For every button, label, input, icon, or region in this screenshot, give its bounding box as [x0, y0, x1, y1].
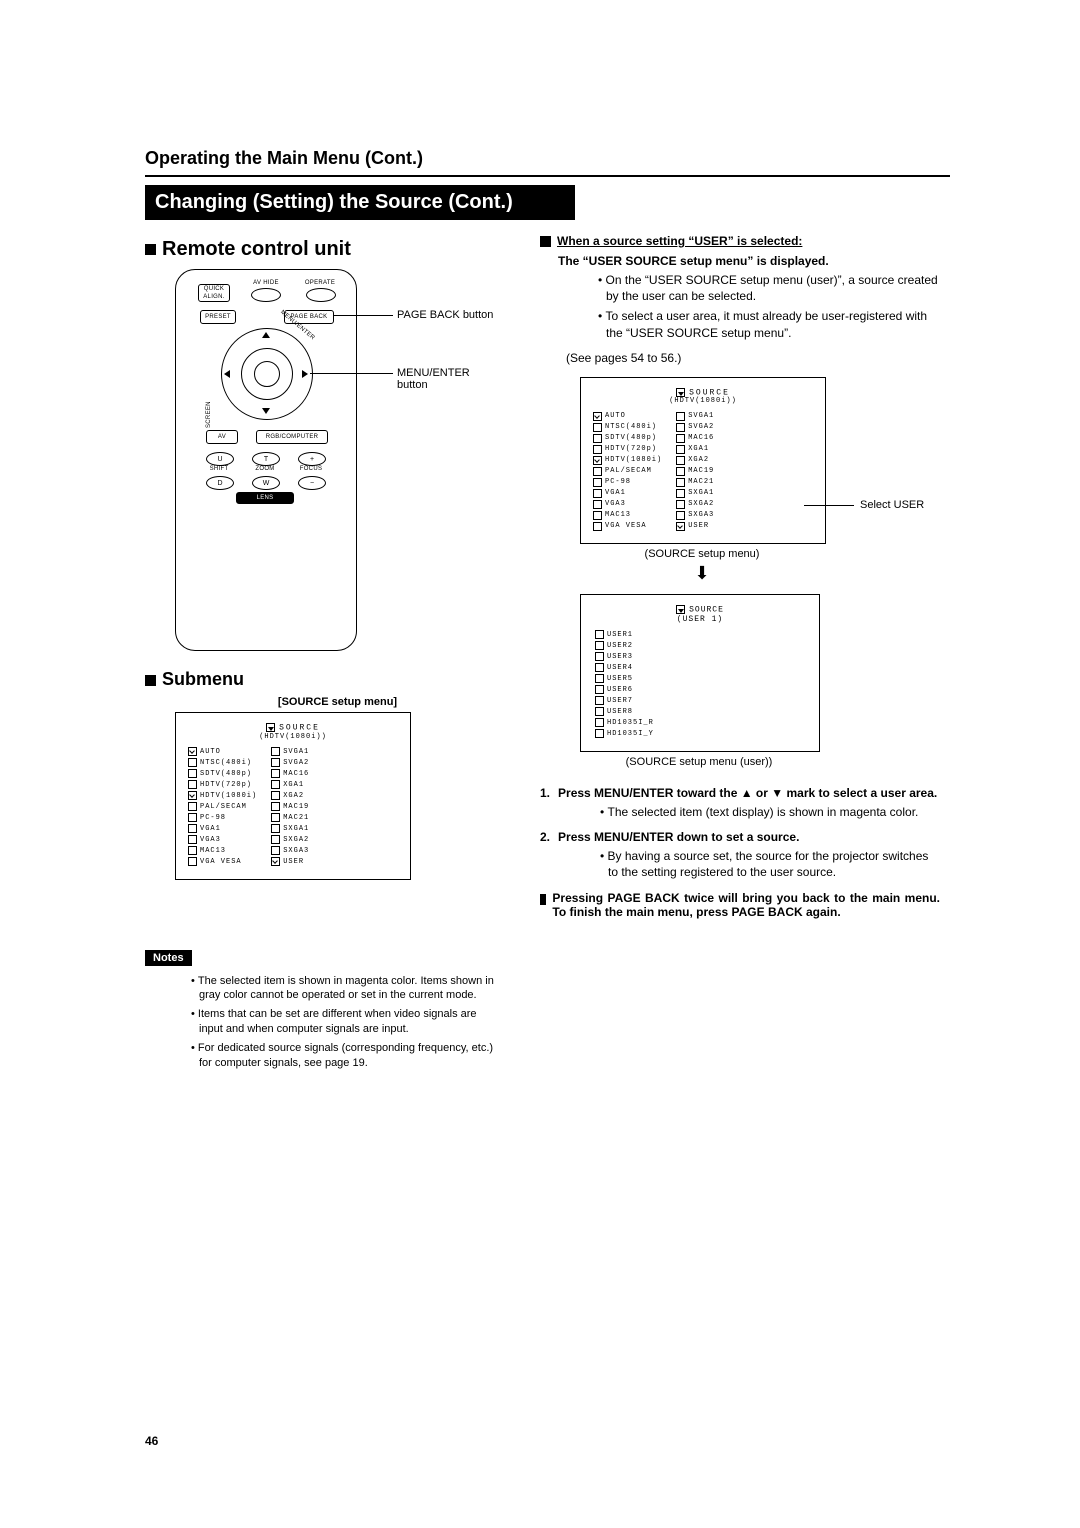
step-sub: The selected item (text display) is show…	[560, 804, 940, 820]
dpad-up-icon	[262, 332, 270, 338]
callout-line-menuenter	[310, 373, 393, 374]
remote-diagram: QUICK ALIGN. AV HIDE OPERATE PRESET PAGE…	[175, 269, 500, 651]
divider	[145, 175, 950, 177]
source-menu-box: SOURCE (HDTV(1080i)) AUTONTSC(480i)SDTV(…	[175, 712, 411, 880]
av-button: AV	[206, 430, 238, 444]
source-menu-right-col: SVGA1SVGA2MAC16XGA1XGA2MAC19MAC21SXGA1SX…	[676, 411, 714, 531]
see-pages: (See pages 54 to 56.)	[566, 351, 940, 365]
step-sub: By having a source set, the source for t…	[560, 848, 940, 880]
callout-line-pageback	[333, 315, 393, 316]
operate-button	[306, 288, 336, 302]
menu2-caption: (SOURCE setup menu (user))	[580, 756, 818, 768]
zoom-label: ZOOM	[252, 466, 278, 472]
steps: 1. Press MENU/ENTER toward the ▲ or ▼ mar…	[540, 786, 940, 881]
step-head: Press MENU/ENTER down to set a source.	[558, 830, 799, 844]
notes-label: Notes	[145, 950, 192, 966]
page-number: 46	[145, 1434, 158, 1448]
remote-heading: Remote control unit	[145, 238, 500, 261]
menu1-caption: (SOURCE setup menu)	[580, 548, 824, 560]
w-button: W	[252, 476, 280, 490]
right-bullets-1: On the “USER SOURCE setup menu (user)”, …	[558, 272, 940, 341]
notes-list: The selected item is shown in magenta co…	[151, 974, 500, 1071]
dpad-left-icon	[224, 370, 230, 378]
rgb-computer-button: RGB/COMPUTER	[256, 430, 328, 444]
minus-button: −	[298, 476, 326, 490]
step-2: 2. Press MENU/ENTER down to set a source.…	[540, 830, 940, 880]
av-hide-label: AV HIDE	[246, 280, 286, 286]
diagram-source-menu: SOURCE (HDTV(1080i)) AUTONTSC(480i)SDTV(…	[580, 377, 826, 545]
menu-subtitle: (HDTV(1080i))	[593, 397, 813, 405]
select-user-callout: Select USER	[860, 499, 924, 511]
dpad-down-icon	[262, 408, 270, 414]
t-button: T	[252, 452, 280, 466]
diagram-user-menu: SOURCE (USER 1) USER1USER2USER3USER4USER…	[580, 594, 820, 752]
source-menu-left-col: AUTONTSC(480i)SDTV(480p)HDTV(720p)HDTV(1…	[188, 747, 257, 867]
banner-title: Changing (Setting) the Source (Cont.)	[145, 185, 575, 220]
av-hide-button	[251, 288, 281, 302]
source-menu-label: [SOURCE setup menu]	[175, 696, 500, 708]
step-num: 2.	[540, 830, 550, 844]
step-head: Press MENU/ENTER toward the ▲ or ▼ mark …	[558, 786, 937, 800]
down-arrow-icon: ⬇	[580, 564, 824, 582]
source-menu-left-col: AUTONTSC(480i)SDTV(480p)HDTV(720p)HDTV(1…	[593, 411, 662, 531]
menu-title: SOURCE	[188, 723, 398, 733]
d-button: D	[206, 476, 234, 490]
lens-label: LENS	[236, 492, 294, 504]
content-columns: Remote control unit QUICK ALIGN. AV HIDE…	[145, 234, 950, 1081]
callout-menuenter: MENU/ENTER button	[397, 367, 500, 391]
user-menu-list: USER1USER2USER3USER4USER5USER6USER7USER8…	[595, 630, 805, 739]
shift-label: SHIFT	[206, 466, 232, 472]
step-1: 1. Press MENU/ENTER toward the ▲ or ▼ mar…	[540, 786, 940, 820]
page-back-note: Pressing PAGE BACK twice will bring you …	[540, 891, 940, 919]
when-selected-line: When a source setting “USER” is selected…	[540, 234, 940, 248]
menu-subtitle: (USER 1)	[595, 615, 805, 624]
manual-page: Operating the Main Menu (Cont.) Changing…	[0, 0, 1080, 1528]
u-button: U	[206, 452, 234, 466]
screen-label: SCREEN	[206, 378, 212, 428]
inner-ring	[254, 361, 280, 387]
operate-label: OPERATE	[300, 280, 340, 286]
callout-pageback: PAGE BACK button	[397, 309, 493, 321]
right-column: When a source setting “USER” is selected…	[540, 234, 940, 1081]
plus-button: +	[298, 452, 326, 466]
section-title: Operating the Main Menu (Cont.)	[145, 148, 950, 169]
source-menu-right-col: SVGA1SVGA2MAC16XGA1XGA2MAC19MAC21SXGA1SX…	[271, 747, 309, 867]
left-column: Remote control unit QUICK ALIGN. AV HIDE…	[145, 234, 500, 1081]
submenu-heading: Submenu	[145, 669, 500, 690]
menu-title: SOURCE	[595, 605, 805, 615]
dpad-right-icon	[302, 370, 308, 378]
focus-label: FOCUS	[296, 466, 326, 472]
quick-align-button: QUICK ALIGN.	[198, 284, 230, 302]
menu-title: SOURCE	[593, 388, 813, 398]
preset-button: PRESET	[200, 310, 236, 324]
step-num: 1.	[540, 786, 550, 800]
user-displayed-line: The “USER SOURCE setup menu” is displaye…	[558, 254, 940, 268]
menu-subtitle: (HDTV(1080i))	[188, 733, 398, 741]
remote-body: QUICK ALIGN. AV HIDE OPERATE PRESET PAGE…	[175, 269, 357, 651]
